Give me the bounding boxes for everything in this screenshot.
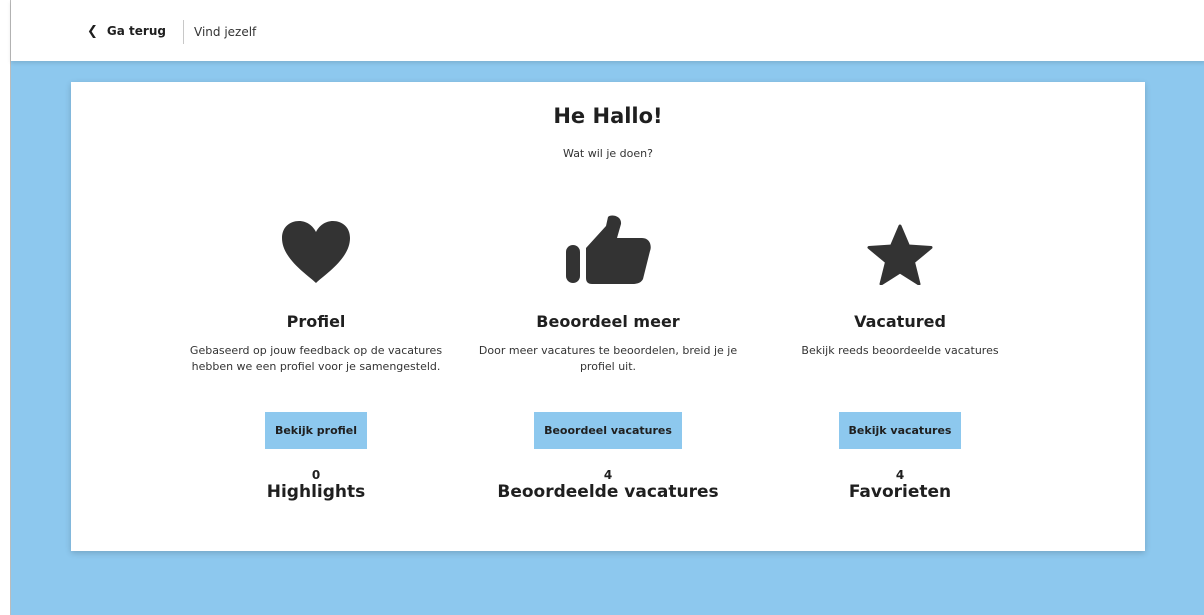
page-title: He Hallo!: [553, 104, 663, 128]
section-title: Vacatured: [854, 312, 946, 331]
top-nav-bar: ❮ Ga terug Vind jezelf: [11, 0, 1204, 61]
favorites-label: Favorieten: [848, 482, 952, 502]
view-vacancies-button[interactable]: Bekijk vacatures: [838, 412, 962, 449]
section-vacatured: Vacatured Bekijk reeds beoordeelde vacat…: [765, 212, 1035, 502]
favorites-count: 4: [895, 468, 905, 482]
highlights-label: Highlights: [266, 482, 366, 502]
section-description: Bekijk reeds beoordeelde vacatures: [801, 344, 999, 357]
star-icon: [765, 212, 1035, 285]
section-title: Profiel: [286, 312, 346, 331]
chevron-left-icon: ❮: [87, 23, 98, 39]
back-button[interactable]: ❮ Ga terug: [87, 24, 166, 38]
breadcrumb: Vind jezelf: [194, 25, 257, 39]
section-profiel: Profiel Gebaseerd op jouw feedback op de…: [181, 212, 451, 502]
section-description: Gebaseerd op jouw feedback op de vacatur…: [189, 344, 443, 373]
rated-vacancies-count: 4: [603, 468, 613, 482]
back-button-label: Ga terug: [106, 24, 166, 38]
main-card: He Hallo! Wat wil je doen? Profiel Gebas…: [71, 82, 1145, 551]
rated-vacancies-label: Beoordeelde vacatures: [497, 482, 719, 502]
section-title: Beoordeel meer: [536, 312, 680, 331]
breadcrumb-divider: [183, 20, 184, 44]
page-subtitle: Wat wil je doen?: [563, 147, 653, 160]
thumbs-up-icon: [473, 212, 743, 285]
heart-icon: [181, 212, 451, 285]
app-frame: ❮ Ga terug Vind jezelf He Hallo! Wat wil…: [10, 0, 1204, 615]
view-profile-button[interactable]: Bekijk profiel: [264, 412, 368, 449]
section-beoordeel-meer: Beoordeel meer Door meer vacatures te be…: [473, 212, 743, 502]
highlights-count: 0: [311, 468, 321, 482]
section-description: Door meer vacatures te beoordelen, breid…: [478, 344, 738, 373]
rate-vacancies-button[interactable]: Beoordeel vacatures: [534, 412, 682, 449]
